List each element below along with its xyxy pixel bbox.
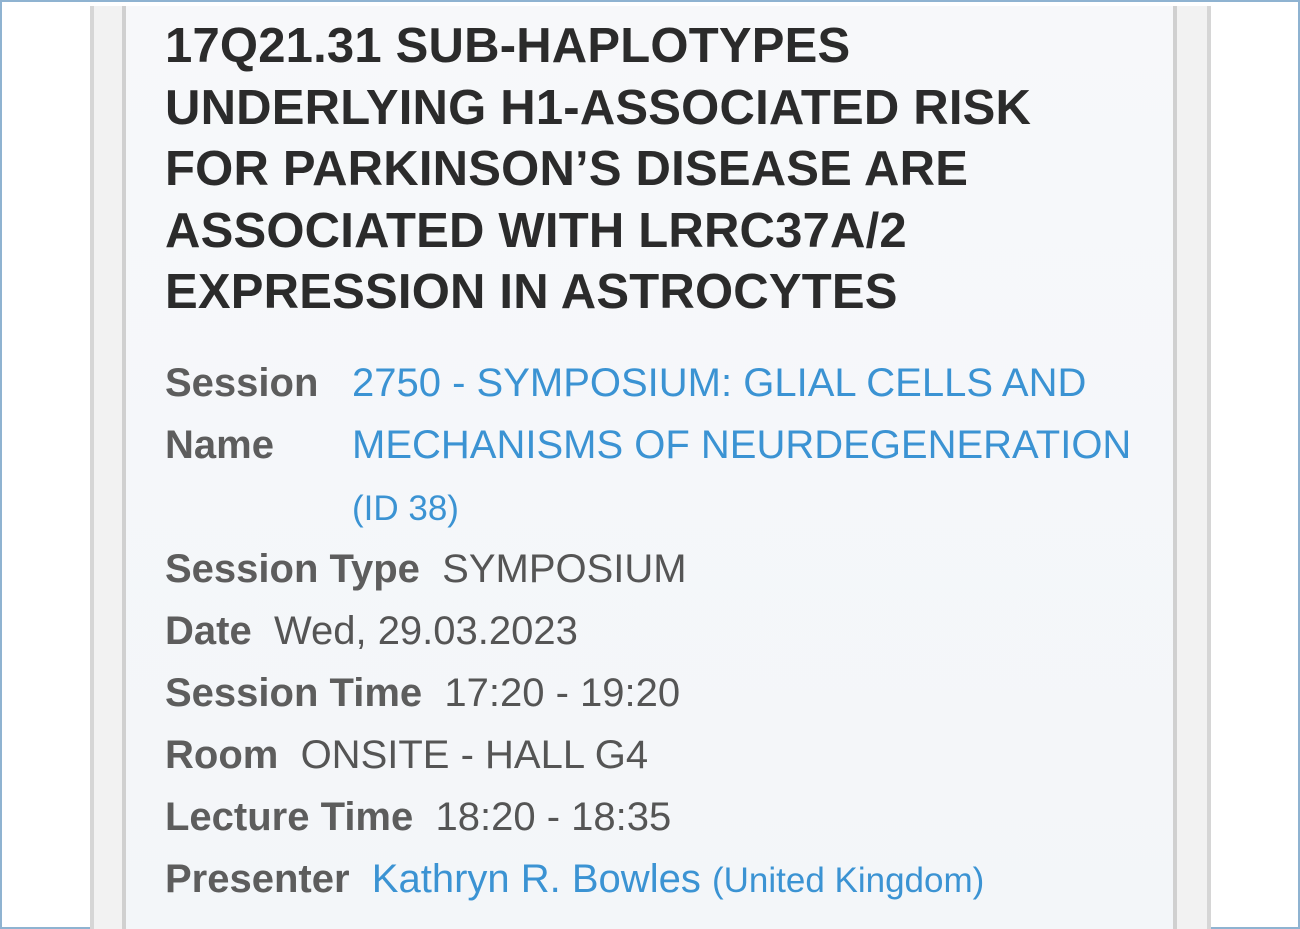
- session-time-row: Session Time 17:20 - 19:20: [165, 662, 680, 724]
- session-time-label: Session Time: [165, 671, 423, 715]
- presenter-row: Presenter Kathryn R. Bowles (United King…: [165, 848, 984, 912]
- abstract-title: 17Q21.31 SUB-HAPLOTYPES UNDERLYING H1-AS…: [165, 16, 1125, 324]
- title-line: FOR PARKINSON’S DISEASE ARE: [165, 142, 969, 196]
- date-value: Wed, 29.03.2023: [273, 609, 578, 653]
- presenter-country[interactable]: (United Kingdom): [712, 861, 984, 900]
- title-line: EXPRESSION IN ASTROCYTES: [165, 265, 898, 319]
- session-name-label: Session Name: [165, 352, 335, 476]
- session-name-label-line1: Session: [165, 361, 319, 405]
- session-time-value: 17:20 - 19:20: [444, 671, 681, 715]
- presenter-label: Presenter: [165, 857, 350, 901]
- session-name-value: 2750 - SYMPOSIUM: GLIAL CELLS AND MECHAN…: [352, 352, 1142, 540]
- room-label: Room: [165, 733, 279, 777]
- lecture-time-value: 18:20 - 18:35: [435, 795, 672, 839]
- title-line: UNDERLYING H1-ASSOCIATED RISK: [165, 80, 1032, 135]
- title-line: 17Q21.31 SUB-HAPLOTYPES: [165, 19, 851, 73]
- lecture-time-row: Lecture Time 18:20 - 18:35: [165, 786, 671, 848]
- room-row: Room ONSITE - HALL G4: [165, 724, 648, 786]
- lecture-time-label: Lecture Time: [165, 795, 414, 839]
- session-id[interactable]: (ID 38): [352, 489, 459, 528]
- date-label: Date: [165, 609, 252, 653]
- date-row: Date Wed, 29.03.2023: [165, 600, 578, 662]
- room-value: ONSITE - HALL G4: [300, 733, 649, 777]
- presenter-link[interactable]: Kathryn R. Bowles: [372, 857, 701, 901]
- session-type-value: SYMPOSIUM: [442, 547, 687, 591]
- left-gutter: [90, 6, 126, 929]
- session-type-row: Session Type SYMPOSIUM: [165, 538, 687, 600]
- title-line: ASSOCIATED WITH LRRC37A/2: [165, 203, 907, 258]
- session-link[interactable]: 2750 - SYMPOSIUM: GLIAL CELLS AND MECHAN…: [352, 361, 1131, 467]
- session-type-label: Session Type: [165, 547, 420, 591]
- right-gutter: [1173, 6, 1211, 929]
- session-name-label-line2: Name: [165, 423, 274, 467]
